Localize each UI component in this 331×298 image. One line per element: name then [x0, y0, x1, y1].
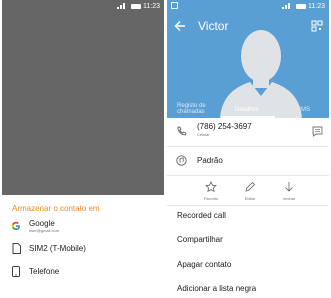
status-time: 11:23 [143, 2, 160, 10]
favorite-label: Favorito [203, 196, 219, 201]
sheet-title: Armazenar o contato em [12, 204, 100, 213]
contact-header: 11:23 Victor Registo de chamadas Detalhe… [167, 0, 329, 118]
share-action[interactable]: Vechar [274, 181, 304, 205]
star-icon [205, 181, 217, 193]
divider [167, 175, 329, 176]
status-bar: 11:23 [167, 0, 329, 12]
store-contact-sheet: Armazenar o contato em Google user@gmail… [2, 195, 164, 298]
phone-type: Celular [197, 132, 210, 137]
account-option-phone[interactable]: Telefone [2, 260, 164, 282]
pencil-icon [245, 181, 256, 192]
right-screen: 11:23 Victor Registo de chamadas Detalhe… [167, 0, 329, 298]
message-icon[interactable] [312, 126, 323, 137]
menu-add-blacklist[interactable]: Adicionar a lista negra [177, 284, 256, 293]
phone-number: (786) 254-3697 [197, 122, 252, 131]
ringtone-icon [176, 155, 187, 166]
menu-recorded-call[interactable]: Recorded call [177, 211, 226, 220]
contact-tabs: Registo de chamadas Detalhes SMS [167, 99, 329, 118]
arrow-down-icon [285, 182, 293, 192]
phone-row[interactable]: (786) 254-3697 Celular [167, 118, 329, 146]
account-name: Telefone [29, 266, 60, 276]
divider [167, 146, 329, 147]
phone-icon [177, 126, 187, 136]
favorite-action[interactable]: Favorito [196, 181, 226, 205]
back-arrow-icon[interactable] [173, 19, 187, 33]
left-screen: 11:23 Armazenar o contato em Google user… [2, 0, 164, 298]
battery-icon [296, 3, 306, 9]
google-icon [10, 220, 22, 232]
status-time: 11:23 [308, 2, 325, 10]
menu-share[interactable]: Compartilhar [177, 235, 223, 244]
contact-name: Victor [198, 19, 229, 33]
account-email: user@gmail.com [29, 228, 60, 233]
contact-toolbar: Victor [167, 14, 329, 40]
tab-call-log[interactable]: Registo de chamadas [177, 103, 221, 115]
share-label: Vechar [282, 196, 296, 201]
ringtone-row[interactable]: Padrão [167, 150, 329, 172]
account-option-google[interactable]: Google user@gmail.com [2, 215, 164, 237]
sim-card-icon [10, 242, 22, 254]
signal-icon [282, 3, 294, 9]
notification-icon [171, 2, 178, 9]
battery-icon [131, 3, 141, 9]
tab-sms[interactable]: SMS [297, 107, 310, 113]
phone-device-icon [10, 265, 22, 277]
account-option-sim2[interactable]: SIM2 (T-Mobile) [2, 237, 164, 259]
edit-action[interactable]: Editar [235, 181, 265, 205]
divider [167, 205, 329, 206]
status-bar: 11:23 [2, 0, 164, 12]
menu-delete-contact[interactable]: Apagar contato [177, 260, 231, 269]
ringtone-value: Padrão [197, 156, 223, 165]
edit-label: Editar [244, 196, 256, 201]
signal-icon [117, 3, 129, 9]
account-name: Google [29, 219, 55, 228]
account-name: SIM2 (T-Mobile) [29, 243, 86, 253]
tab-details[interactable]: Detalhes [235, 107, 259, 113]
qr-code-icon[interactable] [311, 20, 323, 32]
